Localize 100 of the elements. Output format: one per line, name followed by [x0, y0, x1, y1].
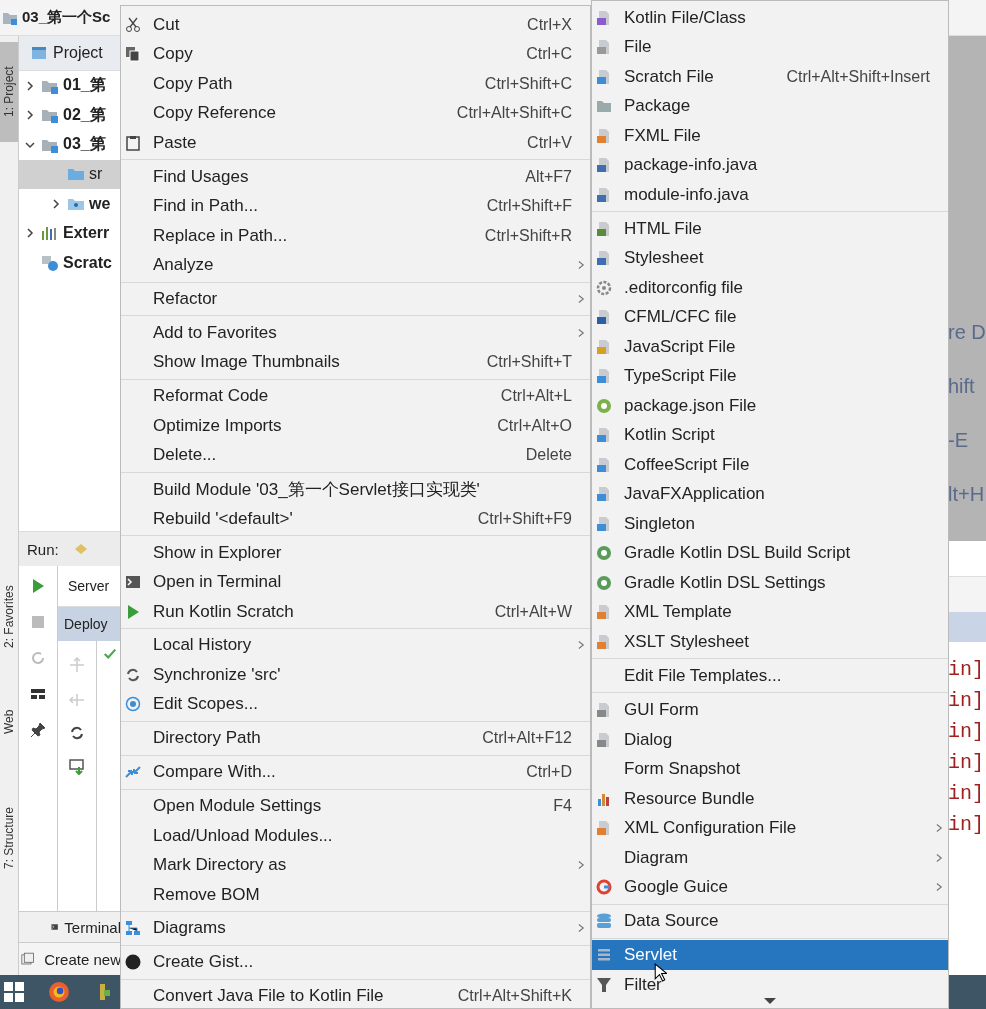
- menu-item[interactable]: Optimize Imports Ctrl+Alt+O: [121, 411, 590, 441]
- menu-item[interactable]: Copy Ctrl+C: [121, 39, 590, 69]
- menu-item[interactable]: HTML File: [592, 214, 948, 244]
- menu-item[interactable]: .editorconfig file: [592, 273, 948, 303]
- menu-item[interactable]: Kotlin File/Class: [592, 3, 948, 33]
- menu-item[interactable]: Compare With... Ctrl+D: [121, 757, 590, 787]
- tool-window-tab[interactable]: 1: Project: [0, 42, 18, 142]
- menu-item[interactable]: Package: [592, 91, 948, 121]
- menu-item[interactable]: Singleton: [592, 509, 948, 539]
- menu-item[interactable]: Load/Unload Modules...: [121, 820, 590, 851]
- chevron-right-icon[interactable]: [25, 228, 35, 239]
- chevron-right-icon[interactable]: [25, 110, 35, 121]
- menu-item[interactable]: JavaFXApplication: [592, 479, 948, 510]
- menu-item[interactable]: Convert Java File to Kotlin File Ctrl+Alt+Shift+K: [121, 981, 590, 1008]
- menu-item[interactable]: XSLT Stylesheet: [592, 627, 948, 657]
- tree-item[interactable]: Scratc: [19, 248, 121, 278]
- menu-item[interactable]: Edit File Templates...: [592, 661, 948, 691]
- gear-icon: [596, 279, 612, 296]
- menu-item[interactable]: JavaScript File: [592, 332, 948, 362]
- menu-item[interactable]: Stylesheet: [592, 243, 948, 274]
- file-icon: [596, 515, 612, 532]
- menu-item[interactable]: Google Guice: [592, 872, 948, 902]
- tree-item[interactable]: sr: [19, 159, 121, 189]
- menu-item[interactable]: Diagrams: [121, 913, 590, 944]
- menu-item[interactable]: Local History: [121, 630, 590, 661]
- menu-item[interactable]: Filter: [592, 969, 948, 1000]
- menu-item[interactable]: Paste Ctrl+V: [121, 128, 590, 158]
- menu-item[interactable]: package.json File: [592, 391, 948, 421]
- layout-icon[interactable]: [30, 686, 46, 702]
- browser-icon[interactable]: [48, 981, 70, 1003]
- tool-window-tab[interactable]: Web: [0, 688, 18, 756]
- pin-icon[interactable]: [30, 722, 46, 738]
- menu-item[interactable]: Form Snapshot: [592, 754, 948, 784]
- menu-item[interactable]: module-info.java: [592, 180, 948, 210]
- folder-icon: [596, 98, 612, 115]
- menu-item[interactable]: Diagram: [592, 842, 948, 873]
- menu-item[interactable]: CFML/CFC file: [592, 302, 948, 333]
- menu-item[interactable]: Copy Path Ctrl+Shift+C: [121, 69, 590, 99]
- menu-item[interactable]: Show in Explorer: [121, 537, 590, 568]
- chevron-down-icon[interactable]: [25, 139, 35, 150]
- menu-item[interactable]: Directory Path Ctrl+Alt+F12: [121, 723, 590, 753]
- menu-item[interactable]: Copy Reference Ctrl+Alt+Shift+C: [121, 98, 590, 128]
- menu-item[interactable]: XML Configuration File: [592, 813, 948, 843]
- tool-window-tab[interactable]: 2: Favorites: [0, 558, 18, 676]
- sync-icon: [125, 666, 141, 683]
- file-icon: [596, 220, 612, 237]
- menu-item[interactable]: Delete... Delete: [121, 440, 590, 470]
- menu-item[interactable]: Open in Terminal: [121, 567, 590, 597]
- circle-icon: [596, 397, 612, 414]
- menu-item[interactable]: Servlet: [592, 940, 948, 970]
- file-icon: [596, 820, 612, 837]
- menu-item[interactable]: Resource Bundle: [592, 783, 948, 814]
- tree-item[interactable]: 02_第: [19, 100, 121, 130]
- chevron-right-icon[interactable]: [25, 80, 35, 91]
- menu-item[interactable]: CoffeeScript File: [592, 450, 948, 480]
- windows-logo-icon[interactable]: [4, 982, 24, 1002]
- menu-item[interactable]: Mark Directory as: [121, 850, 590, 880]
- menu-item[interactable]: Rebuild '<default>' Ctrl+Shift+F9: [121, 503, 590, 534]
- menu-item[interactable]: Refactor: [121, 284, 590, 314]
- menu-item[interactable]: Build Module '03_第一个Servlet接口实现类': [121, 474, 590, 504]
- menu-item[interactable]: Replace in Path... Ctrl+Shift+R: [121, 220, 590, 251]
- menu-item[interactable]: Gradle Kotlin DSL Build Script: [592, 538, 948, 569]
- tool-window-tab[interactable]: 7: Structure: [0, 776, 18, 899]
- menu-item[interactable]: package-info.java: [592, 150, 948, 180]
- scroll-down-icon[interactable]: [764, 998, 776, 1004]
- menu-item[interactable]: Data Source: [592, 906, 948, 936]
- refresh-icon[interactable]: [69, 725, 85, 741]
- menu-item[interactable]: Edit Scopes...: [121, 689, 590, 720]
- menu-item[interactable]: Remove BOM: [121, 879, 590, 910]
- menu-item[interactable]: Reformat Code Ctrl+Alt+L: [121, 381, 590, 411]
- terminal-icon: [125, 574, 141, 590]
- menu-item[interactable]: File: [592, 32, 948, 62]
- chevron-right-icon: [935, 852, 943, 863]
- download-icon[interactable]: [69, 759, 85, 775]
- menu-item[interactable]: Open Module Settings F4: [121, 791, 590, 821]
- menu-item[interactable]: Kotlin Script: [592, 420, 948, 451]
- tree-item[interactable]: 01_第: [19, 71, 121, 101]
- menu-item[interactable]: Create Gist...: [121, 947, 590, 977]
- chevron-right-icon: [577, 640, 585, 651]
- tree-item[interactable]: 03_第: [19, 130, 121, 160]
- tree-item[interactable]: Exterr: [19, 218, 121, 248]
- menu-item[interactable]: Show Image Thumbnails Ctrl+Shift+T: [121, 347, 590, 378]
- menu-item[interactable]: Add to Favorites: [121, 318, 590, 348]
- menu-item[interactable]: Dialog: [592, 724, 948, 755]
- menu-item[interactable]: Run Kotlin Scratch Ctrl+Alt+W: [121, 596, 590, 627]
- chevron-right-icon[interactable]: [51, 198, 61, 209]
- menu-item[interactable]: Cut Ctrl+X: [121, 10, 590, 40]
- play-icon[interactable]: [30, 578, 46, 594]
- menu-item[interactable]: Analyze: [121, 250, 590, 280]
- menu-item[interactable]: FXML File: [592, 121, 948, 151]
- menu-item[interactable]: Find in Path... Ctrl+Shift+F: [121, 191, 590, 221]
- tree-item[interactable]: we: [19, 189, 121, 219]
- menu-item[interactable]: XML Template: [592, 597, 948, 628]
- menu-item[interactable]: Scratch File Ctrl+Alt+Shift+Insert: [592, 62, 948, 92]
- menu-item[interactable]: Gradle Kotlin DSL Settings: [592, 568, 948, 598]
- menu-item[interactable]: Find Usages Alt+F7: [121, 161, 590, 192]
- menu-item[interactable]: TypeScript File: [592, 361, 948, 392]
- menu-item[interactable]: GUI Form: [592, 695, 948, 725]
- file-icon: [596, 427, 612, 444]
- menu-item[interactable]: Synchronize 'src': [121, 660, 590, 690]
